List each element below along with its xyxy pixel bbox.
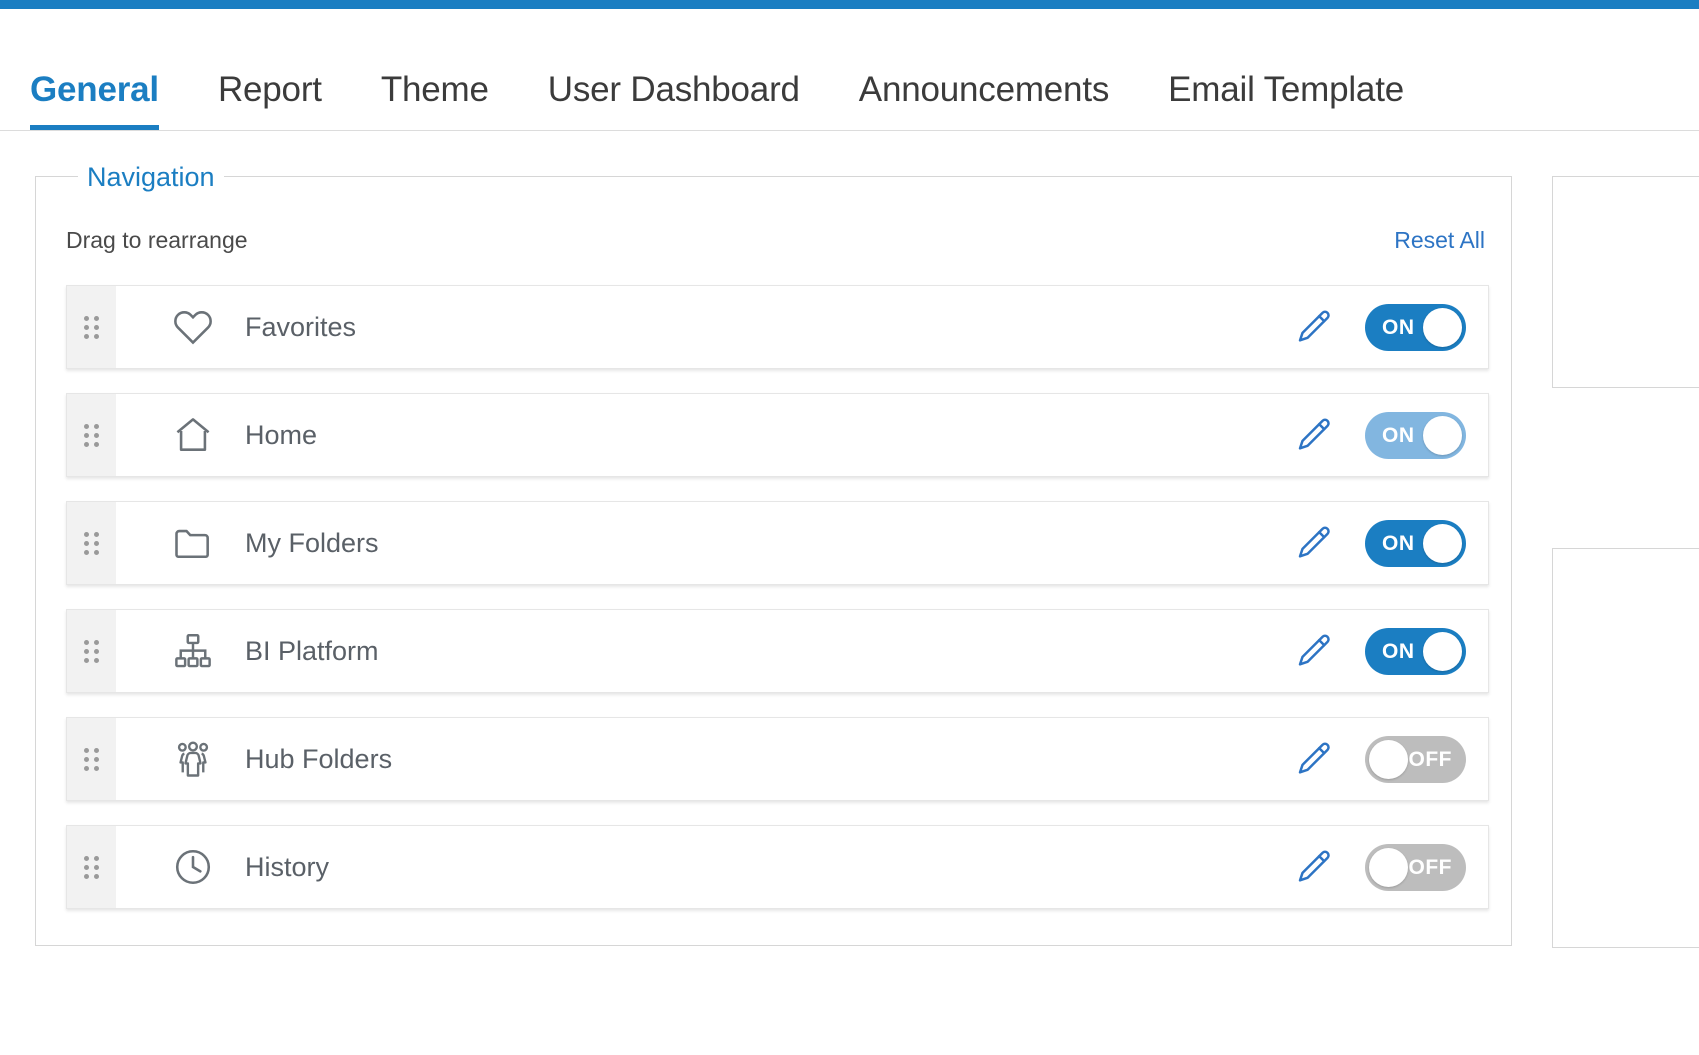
- nav-row-label: History: [245, 851, 330, 882]
- drag-handle-icon[interactable]: [67, 610, 116, 692]
- tab-report[interactable]: Report: [218, 72, 322, 130]
- settings-tab-bar: General Report Theme User Dashboard Anno…: [0, 9, 1699, 131]
- toggle-knob: [1369, 847, 1408, 887]
- nav-row-history[interactable]: History OFF: [66, 825, 1489, 909]
- toggle-knob: [1423, 307, 1462, 347]
- pencil-icon[interactable]: [1295, 739, 1335, 779]
- navigation-panel-legend: Navigation: [78, 158, 224, 196]
- drag-handle-icon[interactable]: [67, 502, 116, 584]
- navigation-row-list: Favorites ON Home ON My Folders ON BI Pl…: [66, 285, 1489, 933]
- pencil-icon[interactable]: [1295, 415, 1335, 455]
- nav-row-toggle[interactable]: OFF: [1365, 843, 1466, 891]
- nav-row-label: Favorites: [245, 311, 357, 342]
- pencil-icon[interactable]: [1295, 523, 1335, 563]
- tab-theme[interactable]: Theme: [381, 72, 489, 130]
- home-icon: [165, 413, 221, 457]
- drag-handle-icon[interactable]: [67, 826, 116, 908]
- heart-icon: [165, 305, 221, 349]
- nav-row-toggle[interactable]: OFF: [1365, 735, 1466, 783]
- drag-handle-icon[interactable]: [67, 718, 116, 800]
- toggle-label: OFF: [1408, 855, 1452, 879]
- tab-email-template[interactable]: Email Template: [1168, 72, 1404, 130]
- clock-icon: [165, 845, 221, 889]
- toggle-knob: [1423, 415, 1462, 455]
- drag-to-rearrange-hint: Drag to rearrange: [66, 227, 248, 253]
- toggle-label: ON: [1382, 423, 1415, 447]
- pencil-icon[interactable]: [1295, 631, 1335, 671]
- top-accent-bar: [0, 0, 1699, 9]
- toggle-knob: [1423, 631, 1462, 671]
- reset-all-link[interactable]: Reset All: [1394, 227, 1485, 254]
- navigation-panel: Navigation Drag to rearrange Reset All F…: [35, 158, 1512, 946]
- toggle-label: ON: [1382, 531, 1415, 555]
- toggle-knob: [1369, 739, 1408, 779]
- nav-row-hub-folders[interactable]: Hub Folders OFF: [66, 717, 1489, 801]
- nav-row-label: My Folders: [245, 527, 379, 558]
- drag-handle-icon[interactable]: [67, 286, 116, 368]
- toggle-label: OFF: [1408, 747, 1452, 771]
- nav-row-bi-platform[interactable]: BI Platform ON: [66, 609, 1489, 693]
- tab-list: General Report Theme User Dashboard Anno…: [30, 72, 1463, 130]
- nav-row-toggle[interactable]: ON: [1365, 411, 1466, 459]
- tab-announcements[interactable]: Announcements: [859, 72, 1110, 130]
- tab-general[interactable]: General: [30, 72, 159, 130]
- nav-row-toggle[interactable]: ON: [1365, 303, 1466, 351]
- users-group-icon: [165, 737, 221, 781]
- nav-row-label: BI Platform: [245, 635, 379, 666]
- toggle-knob: [1423, 523, 1462, 563]
- side-panel-lower: [1552, 548, 1699, 948]
- drag-handle-icon[interactable]: [67, 394, 116, 476]
- toggle-label: ON: [1382, 639, 1415, 663]
- folder-icon: [165, 521, 221, 565]
- pencil-icon[interactable]: [1295, 307, 1335, 347]
- pencil-icon[interactable]: [1295, 847, 1335, 887]
- nav-row-toggle[interactable]: ON: [1365, 519, 1466, 567]
- side-panel-upper: [1552, 176, 1699, 388]
- tab-user-dashboard[interactable]: User Dashboard: [548, 72, 800, 130]
- nav-row-label: Hub Folders: [245, 743, 393, 774]
- nav-row-my-folders[interactable]: My Folders ON: [66, 501, 1489, 585]
- sitemap-icon: [165, 630, 221, 672]
- nav-row-favorites[interactable]: Favorites ON: [66, 285, 1489, 369]
- nav-row-home[interactable]: Home ON: [66, 393, 1489, 477]
- toggle-label: ON: [1382, 315, 1415, 339]
- nav-row-toggle[interactable]: ON: [1365, 627, 1466, 675]
- nav-row-label: Home: [245, 419, 318, 450]
